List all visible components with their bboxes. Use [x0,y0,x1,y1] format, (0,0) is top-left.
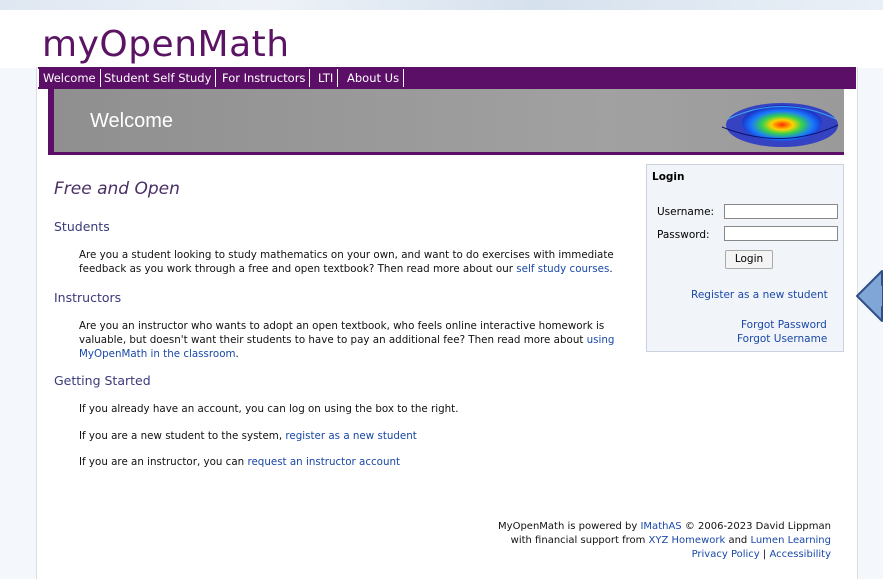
welcome-banner: Welcome [48,89,844,155]
nav-about-us[interactable]: About Us [343,69,405,87]
page-header: myOpenMath [0,10,883,68]
getting-started-line-3: If you are an instructor, you can reques… [79,455,639,469]
students-heading: Students [54,219,110,234]
getting-started-heading: Getting Started [54,373,151,388]
username-input[interactable] [724,204,838,219]
nav-for-instructors[interactable]: For Instructors [218,69,311,87]
forgot-password-link[interactable]: Forgot Password [741,319,827,331]
instructor-text: If you are an instructor, you can [79,456,248,468]
getting-started-line-1: If you already have an account, you can … [79,403,459,415]
footer-copyright: © 2006-2023 David Lippman [681,521,831,532]
instructors-end: . [235,348,239,360]
page-footer: MyOpenMath is powered by IMathAS © 2006-… [498,520,831,562]
footer-powered-line: MyOpenMath is powered by IMathAS © 2006-… [498,520,831,534]
banner-title: Welcome [90,110,173,132]
forgot-username-link[interactable]: Forgot Username [737,333,827,345]
instructors-paragraph: Are you an instructor who wants to adopt… [79,319,639,361]
nav-student-self-study[interactable]: Student Self Study [100,69,217,87]
footer-support-prefix: with financial support from [510,535,649,546]
login-box: Login Username: Password: Login Register… [646,164,844,352]
self-study-link[interactable]: self study courses [516,263,609,275]
password-label: Password: [657,229,710,241]
footer-support-line: with financial support from XYZ Homework… [498,534,831,548]
footer-links-line: Privacy Policy | Accessibility [498,548,831,562]
main-nav: Welcome Student Self Study For Instructo… [38,67,856,89]
imathas-link[interactable]: IMathAS [640,521,681,532]
request-instructor-link[interactable]: request an instructor account [247,456,400,468]
left-arrow-icon [856,270,883,322]
nav-lti[interactable]: LTI [314,69,339,87]
register-new-student-link[interactable]: Register as a new student [691,289,828,301]
footer-powered-prefix: MyOpenMath is powered by [498,521,641,532]
xyz-homework-link[interactable]: XYZ Homework [649,535,726,546]
new-student-text: If you are a new student to the system, [79,430,286,442]
login-title: Login [652,171,685,183]
username-label: Username: [657,206,715,218]
login-button[interactable]: Login [725,250,773,269]
getting-started-line-2: If you are a new student to the system, … [79,429,639,443]
accessibility-link[interactable]: Accessibility [769,549,831,560]
site-logo[interactable]: myOpenMath [42,24,290,65]
instructors-text: Are you an instructor who wants to adopt… [79,320,605,346]
privacy-policy-link[interactable]: Privacy Policy [692,549,760,560]
students-paragraph: Are you a student looking to study mathe… [79,248,639,276]
footer-separator: | [759,549,770,560]
students-end: . [609,263,613,275]
password-input[interactable] [724,226,838,241]
instructors-heading: Instructors [54,290,122,305]
register-student-link[interactable]: register as a new student [285,430,416,442]
nav-welcome[interactable]: Welcome [38,69,101,87]
page-heading: Free and Open [54,179,180,199]
surface-plot-image [721,103,839,147]
footer-and: and [725,535,751,546]
lumen-learning-link[interactable]: Lumen Learning [750,535,831,546]
